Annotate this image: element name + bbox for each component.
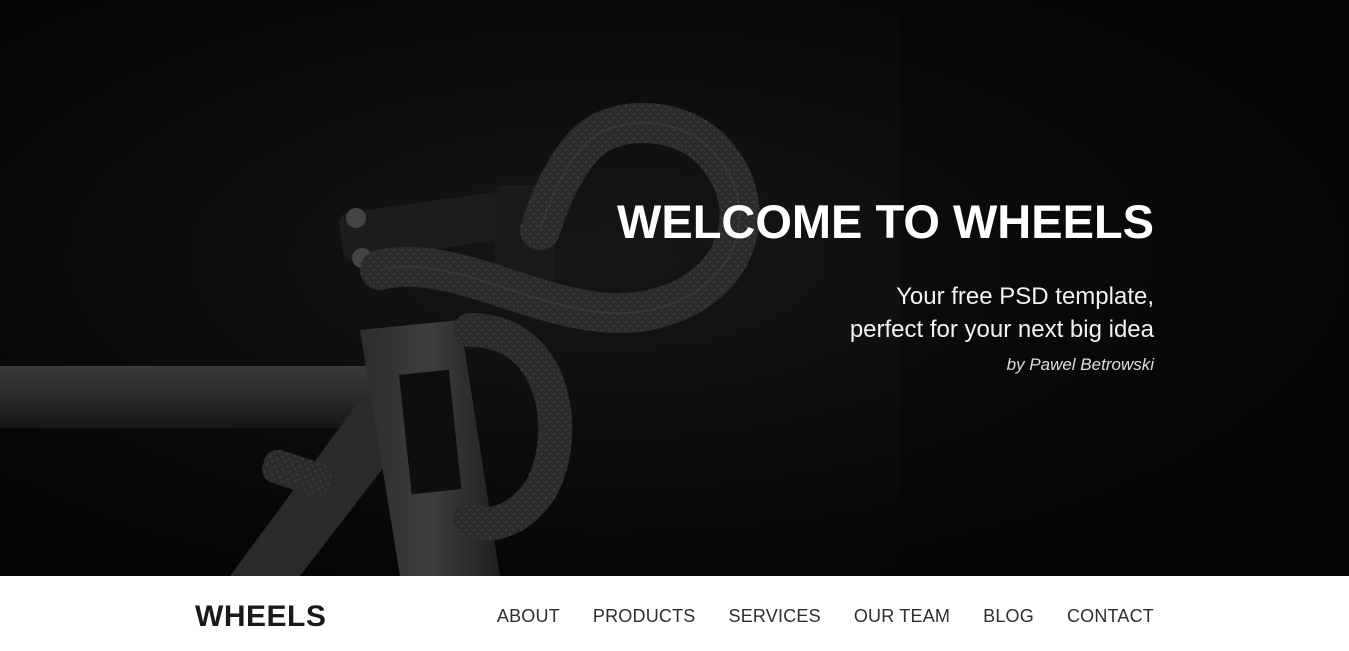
nav-link-our-team[interactable]: OUR TEAM	[854, 606, 950, 626]
nav-link-blog[interactable]: BLOG	[983, 606, 1034, 626]
brand-logo[interactable]: WHEELS	[195, 599, 326, 635]
nav-item-about: ABOUT	[497, 604, 560, 628]
hero-text-block: WELCOME TO WHEELS Your free PSD template…	[534, 192, 1154, 376]
nav-item-services: SERVICES	[729, 604, 821, 628]
hero-subtitle-line-1: Your free PSD template,	[896, 283, 1154, 310]
hero-title: WELCOME TO WHEELS	[616, 195, 1154, 248]
nav-link-contact[interactable]: CONTACT	[1067, 606, 1154, 626]
page: WELCOME TO WHEELS Your free PSD template…	[0, 0, 1349, 651]
hero-subtitle-line-2: perfect for your next big idea	[849, 316, 1154, 343]
hero-section: WELCOME TO WHEELS Your free PSD template…	[0, 0, 1349, 576]
nav-link-products[interactable]: PRODUCTS	[593, 606, 696, 626]
nav-links: ABOUT PRODUCTS SERVICES OUR TEAM BLOG CO…	[464, 604, 1154, 628]
main-navbar: WHEELS ABOUT PRODUCTS SERVICES OUR TEAM …	[0, 576, 1349, 651]
nav-item-blog: BLOG	[983, 604, 1034, 628]
nav-item-products: PRODUCTS	[593, 604, 696, 628]
hero-author: by Pawel Betrowski	[1006, 355, 1154, 374]
nav-link-services[interactable]: SERVICES	[729, 606, 821, 626]
nav-item-contact: CONTACT	[1067, 604, 1154, 628]
nav-item-our-team: OUR TEAM	[854, 604, 950, 628]
nav-link-about[interactable]: ABOUT	[497, 606, 560, 626]
hero-subtitle: Your free PSD template, perfect for your…	[534, 280, 1154, 346]
